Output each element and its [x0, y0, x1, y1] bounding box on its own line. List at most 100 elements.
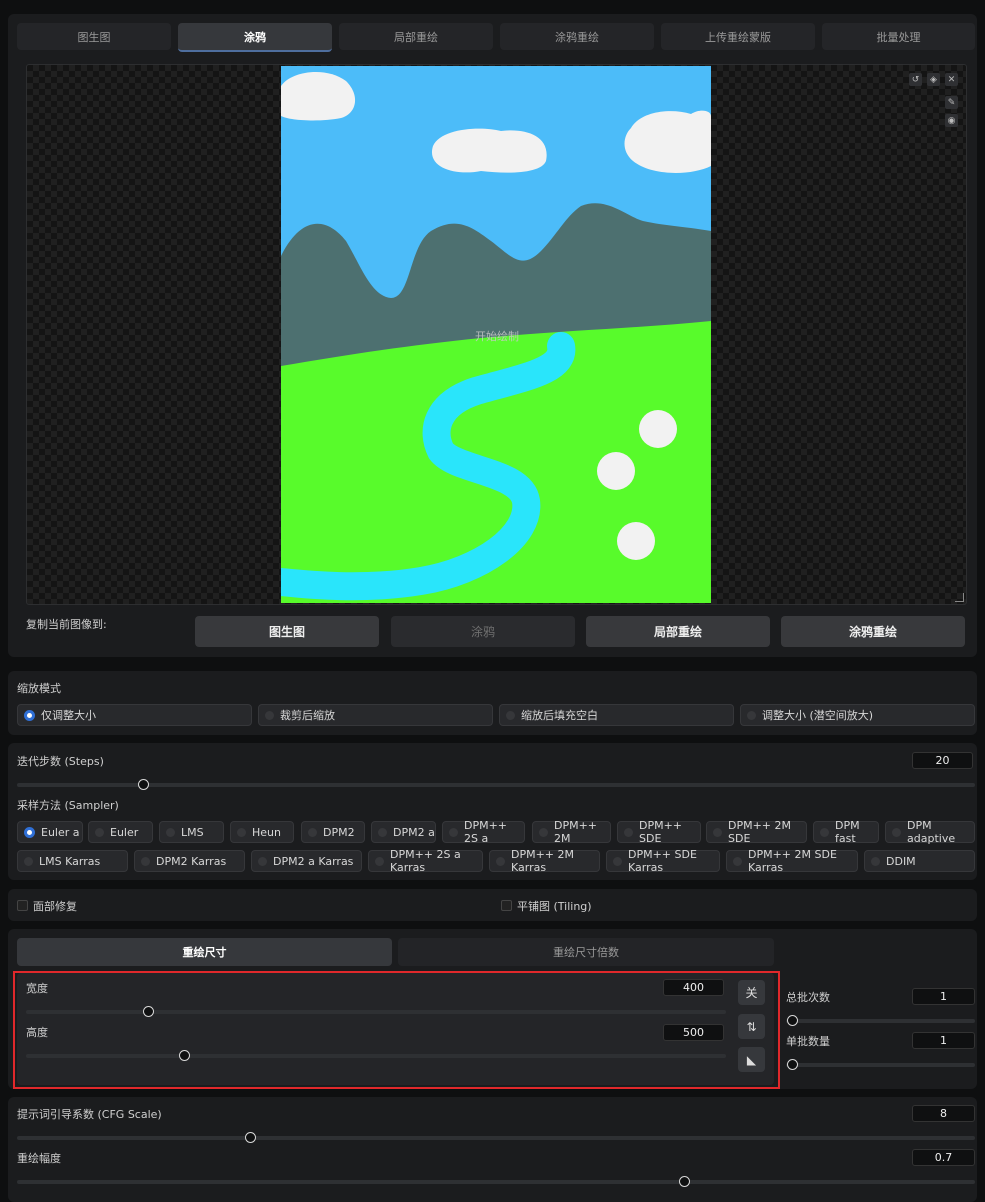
option-label: DDIM [886, 854, 916, 868]
copy-to-label: 复制当前图像到: [26, 618, 107, 631]
sampler-option[interactable]: DPM++ 2M Karras [489, 848, 600, 874]
option-label: 缩放后填充空白 [521, 709, 598, 722]
radio-dot [141, 856, 150, 866]
tiling-checkbox[interactable] [501, 900, 512, 911]
resize-mode-resize-fill[interactable]: 缩放后填充空白 [499, 704, 734, 726]
option-label: Euler [110, 825, 139, 839]
sampler-option[interactable]: DPM2 Karras [134, 850, 245, 872]
tab-resize-to[interactable]: 重绘尺寸 [17, 938, 392, 966]
steps-input[interactable]: 20 [912, 752, 973, 769]
radio-dot [265, 710, 274, 720]
resize-mode-crop-resize[interactable]: 裁剪后缩放 [258, 704, 493, 726]
resize-grip-icon[interactable] [955, 593, 964, 602]
sampler-option[interactable]: DPM2 a Karras [251, 850, 362, 872]
close-icon[interactable]: ✕ [945, 73, 958, 86]
denoise-slider[interactable] [17, 1180, 975, 1184]
eraser-icon[interactable]: ◈ [927, 73, 940, 86]
sketch-canvas[interactable]: 开始绘制 ↺ ◈ ✕ ✎ ◉ [26, 64, 967, 605]
tab-inpaint-sketch[interactable]: 涂鸦重绘 [500, 23, 654, 50]
sampler-option[interactable]: DPM adaptive [885, 819, 975, 845]
option-label: DPM fast [835, 819, 860, 845]
radio-dot [624, 827, 633, 837]
radio-dot [506, 710, 515, 720]
radio-dot [24, 856, 33, 866]
tab-img2img[interactable]: 图生图 [17, 23, 171, 50]
option-label: DPM adaptive [907, 819, 956, 845]
option-label: Euler a [41, 825, 80, 839]
sampler-option[interactable]: DPM++ SDE [617, 819, 701, 845]
steps-label: 迭代步数 (Steps) [17, 755, 104, 768]
resize-mode-latent-upscale[interactable]: 调整大小 (潜空间放大) [740, 704, 975, 726]
sampler-option[interactable]: DDIM [864, 850, 975, 872]
canvas-hint: 开始绘制 [475, 330, 519, 343]
copy-to-inpaint-button[interactable]: 局部重绘 [586, 616, 770, 647]
sampler-option[interactable]: DPM2 [301, 821, 365, 843]
radio-dot [24, 709, 35, 721]
cfg-slider-thumb[interactable] [245, 1132, 256, 1143]
option-label: DPM++ 2S a [464, 819, 508, 845]
batch-count-slider[interactable] [786, 1019, 975, 1023]
tiling-label: 平铺图 (Tiling) [517, 900, 592, 913]
batch-size-slider-thumb[interactable] [787, 1059, 798, 1070]
denoise-input[interactable]: 0.7 [912, 1149, 975, 1166]
cfg-input[interactable]: 8 [912, 1105, 975, 1122]
copy-to-sketch-button[interactable]: 涂鸦 [391, 616, 575, 647]
radio-dot [237, 827, 246, 837]
sampler-option[interactable]: DPM++ 2M SDE [706, 819, 807, 845]
steps-slider[interactable] [17, 783, 975, 787]
sampler-option[interactable]: DPM++ 2S a Karras [368, 848, 483, 874]
brush-icon[interactable]: ✎ [945, 96, 958, 109]
radio-dot [820, 827, 829, 837]
copy-to-inpaint-sketch-button[interactable]: 涂鸦重绘 [781, 616, 965, 647]
radio-dot [747, 710, 756, 720]
radio-dot [166, 827, 175, 837]
sampler-option[interactable]: DPM++ 2M [532, 819, 611, 845]
option-label: DPM++ 2M SDE Karras [748, 848, 837, 874]
copy-to-img2img-button[interactable]: 图生图 [195, 616, 379, 647]
tab-resize-by[interactable]: 重绘尺寸倍数 [398, 938, 774, 966]
tab-batch[interactable]: 批量处理 [822, 23, 975, 50]
batch-count-label: 总批次数 [786, 991, 830, 1004]
tab-inpaint-upload[interactable]: 上传重绘蒙版 [661, 23, 815, 50]
sampler-option[interactable]: DPM++ SDE Karras [606, 848, 720, 874]
option-label: DPM++ 2S a Karras [390, 848, 461, 874]
steps-slider-thumb[interactable] [138, 779, 149, 790]
radio-dot [95, 827, 104, 837]
resize-mode-label: 缩放模式 [17, 682, 61, 695]
sampler-option[interactable]: LMS Karras [17, 850, 128, 872]
batch-count-input[interactable]: 1 [912, 988, 975, 1005]
radio-dot [24, 826, 35, 838]
sampler-option[interactable]: Heun [230, 821, 294, 843]
option-label: 调整大小 (潜空间放大) [762, 709, 874, 722]
batch-size-slider[interactable] [786, 1063, 975, 1067]
radio-dot [375, 856, 384, 866]
tab-inpaint[interactable]: 局部重绘 [339, 23, 493, 50]
option-label: LMS [181, 825, 204, 839]
denoise-slider-thumb[interactable] [679, 1176, 690, 1187]
option-label: DPM2 a Karras [273, 854, 354, 868]
option-label: Heun [252, 825, 281, 839]
option-label: LMS Karras [39, 854, 101, 868]
sampler-option[interactable]: DPM2 a [371, 821, 436, 843]
color-picker-icon[interactable]: ◉ [945, 114, 958, 127]
cfg-slider[interactable] [17, 1136, 975, 1140]
sampler-option[interactable]: Euler [88, 821, 153, 843]
sampler-label: 采样方法 (Sampler) [17, 799, 119, 812]
resize-mode-just-resize[interactable]: 仅调整大小 [17, 704, 252, 726]
sampler-option[interactable]: DPM++ 2M SDE Karras [726, 848, 858, 874]
radio-dot [258, 856, 267, 866]
option-label: 仅调整大小 [41, 709, 96, 722]
option-label: DPM++ 2M Karras [511, 848, 575, 874]
sampler-option[interactable]: LMS [159, 821, 224, 843]
radio-dot [378, 827, 387, 837]
sampler-option[interactable]: Euler a [17, 821, 83, 843]
batch-size-input[interactable]: 1 [912, 1032, 975, 1049]
undo-icon[interactable]: ↺ [909, 73, 922, 86]
face-restore-checkbox[interactable] [17, 900, 28, 911]
radio-dot [449, 827, 458, 837]
sampler-option[interactable]: DPM++ 2S a [442, 819, 525, 845]
sampler-option[interactable]: DPM fast [813, 819, 879, 845]
tab-sketch[interactable]: 涂鸦 [178, 23, 332, 52]
option-label: DPM2 a [393, 825, 435, 839]
batch-count-slider-thumb[interactable] [787, 1015, 798, 1026]
